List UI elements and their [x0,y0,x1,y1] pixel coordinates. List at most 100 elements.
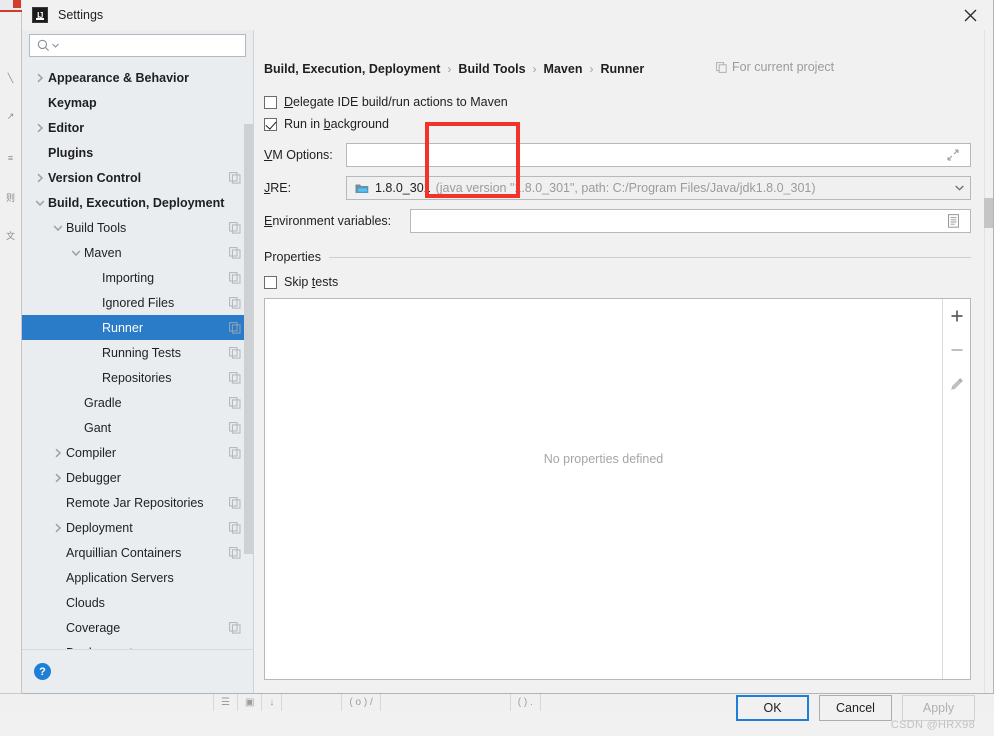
sidebar-item-label: Build, Execution, Deployment [48,195,225,210]
vm-options-input[interactable] [353,144,942,166]
help-icon[interactable]: ? [34,663,51,680]
sidebar-item-plugins[interactable]: Plugins [22,140,253,165]
sidebar-item-debugger[interactable]: Debugger [22,465,253,490]
sidebar-item-application-servers[interactable]: Application Servers [22,565,253,590]
sidebar-scrollbar[interactable] [244,92,253,649]
sidebar-item-label: Compiler [66,445,117,460]
chevron-down-icon[interactable] [50,224,66,232]
sidebar-item-build-tools[interactable]: Build Tools [22,215,253,240]
properties-empty-message: No properties defined [543,452,664,466]
cancel-button[interactable]: Cancel [819,695,892,721]
chevron-right-icon[interactable] [32,73,48,83]
search-icon [37,39,49,51]
vm-options-field[interactable] [346,143,971,167]
settings-main-panel: Build, Execution, Deployment › Build Too… [254,30,993,731]
sidebar-item-ignored-files[interactable]: Ignored Files [22,290,253,315]
sidebar-item-label: Runner [102,320,143,335]
scope-indicator: For current project [716,60,834,74]
ok-button[interactable]: OK [736,695,809,721]
sidebar-item-label: Repositories [102,370,172,385]
sidebar-item-label: Editor [48,120,85,135]
sidebar-item-gant[interactable]: Gant [22,415,253,440]
copy-icon [229,321,241,334]
jre-combobox[interactable]: 1.8.0_301 (java version "1.8.0_301", pat… [346,176,971,200]
ide-rail-item-3: 则 [5,193,15,203]
sidebar-item-label: Build Tools [66,220,127,235]
sidebar-item-compiler[interactable]: Compiler [22,440,253,465]
copy-icon [716,61,727,73]
sidebar-item-maven[interactable]: Maven [22,240,253,265]
properties-group-divider [328,256,971,258]
sidebar-item-version-control[interactable]: Version Control [22,165,253,190]
sidebar-item-arquillian-containers[interactable]: Arquillian Containers [22,540,253,565]
run-in-background-checkbox[interactable] [264,117,277,131]
chevron-right-icon[interactable] [50,448,66,458]
minus-icon[interactable] [946,339,968,361]
search-input[interactable] [59,35,245,56]
copy-icon [229,346,241,359]
delegate-ide-build-checkbox[interactable] [264,95,277,109]
close-icon[interactable] [947,0,993,30]
chevron-down-icon[interactable] [948,177,970,199]
breadcrumb-item-3[interactable]: Runner [600,62,644,76]
chevron-down-icon[interactable] [32,199,48,207]
copy-icon [229,296,241,309]
ide-rail-item-2: ≡ [7,153,14,163]
pencil-icon[interactable] [946,373,968,395]
breadcrumb-item-0[interactable]: Build, Execution, Deployment [264,62,440,76]
chevron-down-icon[interactable] [68,249,84,257]
vm-options-label: VM Options: [264,148,333,162]
sidebar-scrollbar-thumb[interactable] [244,124,253,554]
jre-version-detail: (java version "1.8.0_301", path: C:/Prog… [435,181,816,195]
sidebar-item-keymap[interactable]: Keymap [22,90,253,115]
sidebar-item-runner[interactable]: Runner [22,315,253,340]
breadcrumb-separator: › [447,62,452,76]
sidebar-item-importing[interactable]: Importing [22,265,253,290]
main-scrollbar[interactable] [984,30,993,693]
chevron-right-icon[interactable] [32,173,48,183]
ide-left-toolwindow-rail: ╲ ↗ ≡ 则 文 [0,0,22,694]
settings-tree[interactable]: Appearance & Behavior Keymap Editor Plugins… [22,63,253,649]
properties-toolbar [942,299,970,679]
breadcrumb-item-2[interactable]: Maven [544,62,583,76]
sidebar-item-deployment[interactable]: Deployment [22,515,253,540]
sidebar-item-editor[interactable]: Editor [22,115,253,140]
sidebar-item-label: Maven [84,245,122,260]
sidebar-item-remote-jar-repositories[interactable]: Remote Jar Repositories [22,490,253,515]
breadcrumb-separator: › [589,62,594,76]
plus-icon[interactable] [946,305,968,327]
chevron-right-icon[interactable] [32,123,48,133]
sidebar-item-running-tests[interactable]: Running Tests [22,340,253,365]
skip-tests-label: Skip tests [284,275,339,289]
sidebar-item-gradle[interactable]: Gradle [22,390,253,415]
properties-list[interactable]: No properties defined [265,299,942,679]
sidebar-footer: ? [22,649,253,693]
copy-icon [229,396,241,409]
sidebar-item-coverage[interactable]: Coverage [22,615,253,640]
search-box[interactable] [29,34,246,57]
environment-variables-input[interactable] [417,210,942,232]
sidebar-item-label: Gant [84,420,112,435]
watermark: CSDN @HRX98 [890,719,975,731]
expand-arrows-icon[interactable] [942,143,964,167]
chevron-right-icon[interactable] [50,523,66,533]
skip-tests-checkbox[interactable] [264,275,277,289]
chevron-right-icon[interactable] [50,473,66,483]
copy-icon [229,221,241,234]
sidebar-item-repositories[interactable]: Repositories [22,365,253,390]
jre-label: JRE: [264,181,292,195]
checkbox-row-delegate: Delegate IDE build/run actions to Maven [264,91,971,113]
sidebar-item-deployment[interactable]: Deployment [22,640,253,650]
breadcrumb-item-1[interactable]: Build Tools [458,62,525,76]
sidebar-item-clouds[interactable]: Clouds [22,590,253,615]
sidebar-item-build-execution-deployment[interactable]: Build, Execution, Deployment [22,190,253,215]
dialog-body: Appearance & Behavior Keymap Editor Plugins… [22,30,993,731]
sidebar-item-appearance-behavior[interactable]: Appearance & Behavior [22,65,253,90]
list-document-icon[interactable] [942,209,964,233]
main-scrollbar-thumb[interactable] [984,198,993,228]
environment-variables-field[interactable] [410,209,971,233]
jre-row: JRE: 1.8.0_301 (java version "1.8.0_301"… [264,175,971,201]
sidebar-item-label: Application Servers [66,570,174,585]
apply-button: Apply [902,695,975,721]
copy-icon [229,371,241,384]
